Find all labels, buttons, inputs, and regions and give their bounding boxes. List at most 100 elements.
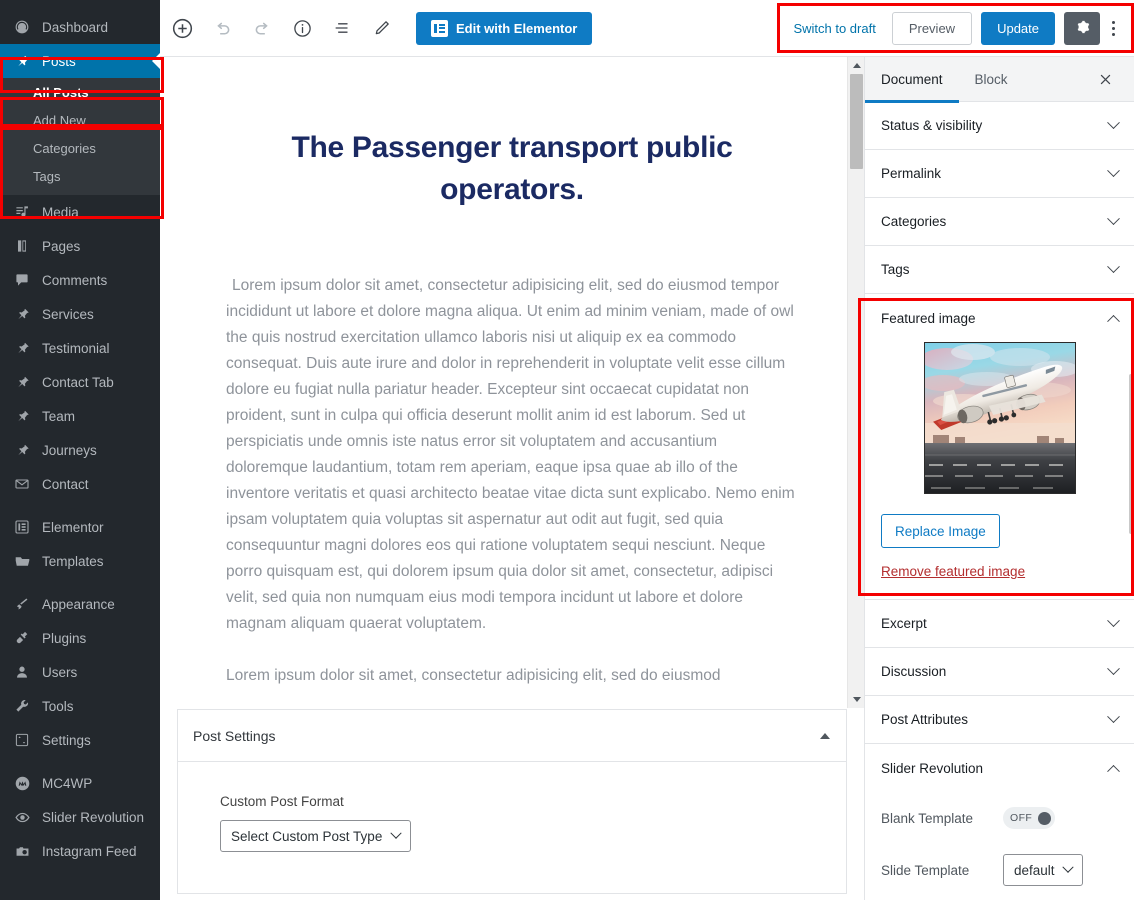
- pin-icon: [11, 338, 33, 358]
- blank-template-label: Blank Template: [881, 810, 974, 826]
- sidebar-item-journeys[interactable]: Journeys: [0, 433, 160, 467]
- sidebar-item-posts[interactable]: Posts: [0, 44, 160, 78]
- editor-content: The Passenger transport public operators…: [160, 127, 864, 689]
- redo-icon[interactable]: [244, 10, 280, 46]
- post-title[interactable]: The Passenger transport public operators…: [277, 127, 747, 211]
- sidebar-item-comments[interactable]: Comments: [0, 263, 160, 297]
- editor-scrollbar[interactable]: [847, 57, 864, 708]
- sidebar-item-categories[interactable]: Categories: [0, 135, 160, 163]
- sidebar-item-label: Journeys: [42, 442, 97, 458]
- slide-template-select[interactable]: default: [1003, 854, 1083, 886]
- sidebar-item-templates[interactable]: Templates: [0, 544, 160, 578]
- featured-image-header[interactable]: Featured image: [865, 294, 1134, 342]
- section-label: Tags: [881, 262, 910, 277]
- sidebar-item-pages[interactable]: Pages: [0, 229, 160, 263]
- sidebar-item-plugins[interactable]: Plugins: [0, 621, 160, 655]
- panel-section-permalink[interactable]: Permalink: [865, 150, 1134, 198]
- sidebar-item-settings[interactable]: Settings: [0, 723, 160, 757]
- scrollbar-thumb[interactable]: [850, 74, 863, 169]
- kebab-dot-icon: [1111, 26, 1115, 30]
- block-editor-canvas[interactable]: The Passenger transport public operators…: [160, 57, 864, 708]
- panel-section-categories[interactable]: Categories: [865, 198, 1134, 246]
- panel-section-status-visibility[interactable]: Status & visibility: [865, 102, 1134, 150]
- remove-featured-image-link[interactable]: Remove featured image: [881, 564, 1025, 579]
- chevron-down-icon: [1107, 212, 1120, 226]
- sidebar-item-media[interactable]: Media: [0, 195, 160, 229]
- gear-icon: [1073, 18, 1091, 39]
- sidebar-item-tools[interactable]: Tools: [0, 689, 160, 723]
- toggle-state-label: OFF: [1010, 812, 1033, 824]
- chevron-down-icon: [1061, 861, 1074, 873]
- panel-section-excerpt[interactable]: Excerpt: [865, 600, 1134, 648]
- settings-gear-button[interactable]: [1064, 11, 1100, 45]
- featured-image-thumbnail[interactable]: [923, 342, 1076, 494]
- sidebar-item-mc4wp[interactable]: MC4WP: [0, 766, 160, 800]
- more-options-button[interactable]: [1100, 12, 1126, 45]
- panel-section-post-attributes[interactable]: Post Attributes: [865, 696, 1134, 744]
- section-label: Status & visibility: [881, 118, 983, 133]
- sidebar-item-label: Elementor: [42, 519, 104, 535]
- sidebar-item-slider-revolution[interactable]: Slider Revolution: [0, 800, 160, 834]
- chevron-down-icon: [390, 827, 402, 839]
- section-label: Categories: [881, 214, 947, 229]
- tab-document[interactable]: Document: [865, 57, 959, 103]
- update-button[interactable]: Update: [981, 11, 1055, 45]
- replace-image-button[interactable]: Replace Image: [881, 514, 1000, 548]
- section-label: Permalink: [881, 166, 942, 181]
- sidebar-item-instagram-feed[interactable]: Instagram Feed: [0, 834, 160, 868]
- sidebar-item-label: Team: [42, 408, 76, 424]
- slide-template-value: default: [1014, 862, 1055, 878]
- sidebar-item-add-new[interactable]: Add New: [0, 107, 160, 135]
- sidebar-item-tags[interactable]: Tags: [0, 163, 160, 191]
- sidebar-item-elementor[interactable]: Elementor: [0, 510, 160, 544]
- current-menu-arrow: [152, 53, 160, 69]
- sidebar-item-appearance[interactable]: Appearance: [0, 587, 160, 621]
- pin-icon: [11, 440, 33, 460]
- sidebar-item-services[interactable]: Services: [0, 297, 160, 331]
- blank-template-toggle[interactable]: OFF: [1003, 807, 1055, 829]
- post-paragraph-1[interactable]: Lorem ipsum dolor sit amet, consectetur …: [226, 273, 798, 637]
- sidebar-item-label: Contact Tab: [42, 374, 114, 390]
- pin-icon: [11, 406, 33, 426]
- toggle-knob: [1038, 811, 1051, 825]
- panel-section-featured-image: Featured image Replace Image Remove feat…: [865, 294, 1134, 600]
- eye-icon: [11, 807, 33, 827]
- envelope-icon: [11, 474, 33, 494]
- pin-icon: [11, 51, 33, 71]
- panel-scrollbar[interactable]: [1128, 114, 1134, 900]
- sidebar-item-contact[interactable]: Contact: [0, 467, 160, 501]
- panel-section-discussion[interactable]: Discussion: [865, 648, 1134, 696]
- blank-template-row: Blank Template OFF: [865, 792, 1134, 844]
- panel-section-tags[interactable]: Tags: [865, 246, 1134, 294]
- post-settings-header[interactable]: Post Settings: [178, 710, 846, 762]
- section-label: Excerpt: [881, 616, 927, 631]
- preview-button[interactable]: Preview: [891, 11, 973, 45]
- section-label: Post Attributes: [881, 712, 969, 727]
- list-view-icon[interactable]: [324, 10, 360, 46]
- scroll-up-arrow-icon[interactable]: [848, 57, 865, 74]
- panel-scrollbar-thumb[interactable]: [1129, 374, 1133, 534]
- custom-post-type-select[interactable]: Select Custom Post Type: [220, 820, 412, 852]
- tab-block[interactable]: Block: [959, 57, 1024, 102]
- post-paragraph-2[interactable]: Lorem ipsum dolor sit amet, consectetur …: [226, 663, 798, 689]
- chevron-up-icon[interactable]: [820, 732, 830, 739]
- edit-with-elementor-button[interactable]: Edit with Elementor: [416, 11, 593, 45]
- elementor-logo-icon: [431, 19, 448, 37]
- airplane-photo: [924, 343, 1075, 493]
- sidebar-item-testimonial[interactable]: Testimonial: [0, 331, 160, 365]
- edit-pencil-icon[interactable]: [364, 10, 400, 46]
- sidebar-item-contact-tab[interactable]: Contact Tab: [0, 365, 160, 399]
- info-icon[interactable]: [284, 10, 320, 46]
- scroll-down-arrow-icon[interactable]: [848, 691, 865, 708]
- sidebar-item-team[interactable]: Team: [0, 399, 160, 433]
- slider-revolution-header[interactable]: Slider Revolution: [865, 744, 1134, 792]
- close-icon[interactable]: [1092, 66, 1118, 92]
- sidebar-item-label: MC4WP: [42, 775, 93, 791]
- sidebar-item-users[interactable]: Users: [0, 655, 160, 689]
- chevron-down-icon: [1107, 164, 1120, 178]
- switch-to-draft-link[interactable]: Switch to draft: [793, 21, 875, 36]
- add-block-icon[interactable]: [164, 10, 200, 46]
- sidebar-item-dashboard[interactable]: Dashboard: [0, 10, 160, 44]
- undo-icon[interactable]: [204, 10, 240, 46]
- sidebar-item-all-posts[interactable]: All Posts: [0, 79, 160, 107]
